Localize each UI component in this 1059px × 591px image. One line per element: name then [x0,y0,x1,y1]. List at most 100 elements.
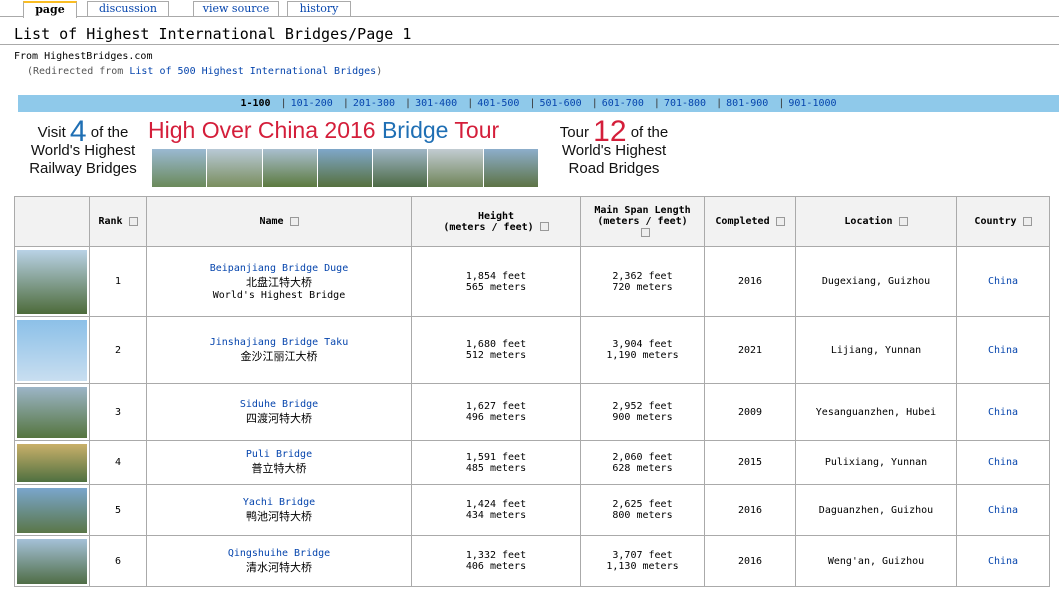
pager-link[interactable]: 401-500 [477,98,519,109]
name-cell: Yachi Bridge 鸭池河特大桥 [146,484,412,536]
pager-link[interactable]: 201-300 [353,98,395,109]
name-cell: Siduhe Bridge 四渡河特大桥 [146,383,412,441]
name-cell: Jinshajiang Bridge Taku 金沙江丽江大桥 [146,316,412,384]
pager-link[interactable]: 801-900 [726,98,768,109]
sort-icon[interactable] [1022,216,1032,226]
header-location[interactable]: Location [795,196,957,247]
sort-icon[interactable] [539,222,549,231]
sort-icon[interactable] [641,227,650,237]
tab-view-source[interactable]: view source [193,1,279,16]
pager-link[interactable]: 501-600 [540,98,582,109]
table-row: 6 Qingshuihe Bridge 清水河特大桥 1,332 feet 406 me… [14,535,1050,587]
pager-link[interactable]: 701-800 [664,98,706,109]
location-cell: Pulixiang, Yunnan [795,440,957,485]
bridge-thumbnail[interactable] [14,484,90,536]
bridge-thumbnail[interactable] [14,383,90,441]
site-sub: From HighestBridges.com [14,51,153,62]
name-cell: Qingshuihe Bridge 清水河特大桥 [146,535,412,587]
bridge-link[interactable]: Yachi Bridge [243,497,315,508]
page-title: List of Highest International Bridges/Pa… [14,25,412,43]
page-tabs: page discussion view source history [0,0,1059,18]
span-cell: 2,060 feet 628 meters [580,440,705,485]
header-name[interactable]: Name [146,196,412,247]
rank-cell: 6 [89,535,147,587]
location-cell: Lijiang, Yunnan [795,316,957,384]
bridge-link[interactable]: Beipanjiang Bridge Duge [210,263,348,274]
banner-title: High Over China 2016 Bridge Tour [148,117,500,143]
bridge-chinese-name: 清水河特大桥 [246,560,312,574]
country-link[interactable]: China [956,484,1050,536]
location-cell: Daguanzhen, Guizhou [795,484,957,536]
location-cell: Weng'an, Guizhou [795,535,957,587]
banner-left-text: Visit 4 of the World's Highest Railway B… [29,115,137,178]
rank-cell: 5 [89,484,147,536]
span-cell: 2,362 feet 720 meters [580,246,705,317]
span-cell: 3,707 feet 1,130 meters [580,535,705,587]
banner-photo-strip [152,149,539,187]
tab-page[interactable]: page [23,1,77,18]
title-divider [0,44,1059,45]
redirect-link[interactable]: List of 500 Highest International Bridge… [129,66,376,77]
bridge-link[interactable]: Qingshuihe Bridge [228,548,330,559]
completed-cell: 2016 [704,246,796,317]
header-image [14,196,90,247]
header-height[interactable]: Height (meters / feet) [411,196,581,247]
pager-link[interactable]: 901-1000 [788,98,836,109]
completed-cell: 2016 [704,484,796,536]
tab-discussion[interactable]: discussion [87,1,169,16]
height-cell: 1,424 feet 434 meters [411,484,581,536]
table-row: 1 Beipanjiang Bridge Duge 北盘江特大桥 World's Hi… [14,246,1050,317]
redirect-suffix: ) [376,66,383,77]
bridge-link[interactable]: Jinshajiang Bridge Taku [210,337,348,348]
header-span[interactable]: Main Span Length (meters / feet) [580,196,705,247]
bridge-chinese-name: 鸭池河特大桥 [246,509,312,523]
completed-cell: 2016 [704,535,796,587]
table-row: 3 Siduhe Bridge 四渡河特大桥 1,627 feet 496 meters… [14,383,1050,441]
bridge-chinese-name: 四渡河特大桥 [246,411,312,425]
country-link[interactable]: China [956,535,1050,587]
completed-cell: 2021 [704,316,796,384]
pager-link[interactable]: 601-700 [602,98,644,109]
country-link[interactable]: China [956,316,1050,384]
tour-banner[interactable]: Visit 4 of the World's Highest Railway B… [14,117,694,189]
bridge-thumbnail[interactable] [14,246,90,317]
header-rank[interactable]: Rank [89,196,147,247]
banner-right-text: Tour 12 of the World's Highest Road Brid… [559,115,669,178]
tab-history[interactable]: history [287,1,351,16]
bridge-link[interactable]: Puli Bridge [246,449,312,460]
table-row: 2 Jinshajiang Bridge Taku 金沙江丽江大桥 1,680 fee… [14,316,1050,384]
name-cell: Puli Bridge 普立特大桥 [146,440,412,485]
bridge-chinese-name: 普立特大桥 [251,462,307,475]
bridge-thumbnail[interactable] [14,316,90,384]
redirect-notice: (Redirected from List of 500 Highest Int… [27,66,382,77]
header-completed[interactable]: Completed [704,196,796,247]
rank-cell: 2 [89,316,147,384]
rank-cell: 1 [89,246,147,317]
country-link[interactable]: China [956,383,1050,441]
bridge-chinese-name: 金沙江丽江大桥 [240,349,318,363]
completed-cell: 2015 [704,440,796,485]
sort-icon[interactable] [128,216,138,226]
pager-link[interactable]: 101-200 [291,98,333,109]
completed-cell: 2009 [704,383,796,441]
sort-icon[interactable] [775,216,785,226]
sort-icon[interactable] [289,216,299,226]
rank-cell: 3 [89,383,147,441]
height-cell: 1,591 feet 485 meters [411,440,581,485]
table-row: 4 Puli Bridge 普立特大桥 1,591 feet 485 meters 2,0… [14,440,1050,485]
country-link[interactable]: China [956,246,1050,317]
location-cell: Dugexiang, Guizhou [795,246,957,317]
bridges-table: Rank Name Height (meters / feet) Main Spa… [14,196,1050,587]
bridge-note: World's Highest Bridge [212,289,346,301]
redirect-prefix: (Redirected from [27,66,130,77]
header-country[interactable]: Country [956,196,1050,247]
height-cell: 1,680 feet 512 meters [411,316,581,384]
bridge-thumbnail[interactable] [14,440,90,485]
bridge-thumbnail[interactable] [14,535,90,587]
pager-link[interactable]: 301-400 [415,98,457,109]
height-cell: 1,854 feet 565 meters [411,246,581,317]
country-link[interactable]: China [956,440,1050,485]
sort-icon[interactable] [898,216,908,226]
bridge-link[interactable]: Siduhe Bridge [240,399,318,410]
span-cell: 2,625 feet 800 meters [580,484,705,536]
